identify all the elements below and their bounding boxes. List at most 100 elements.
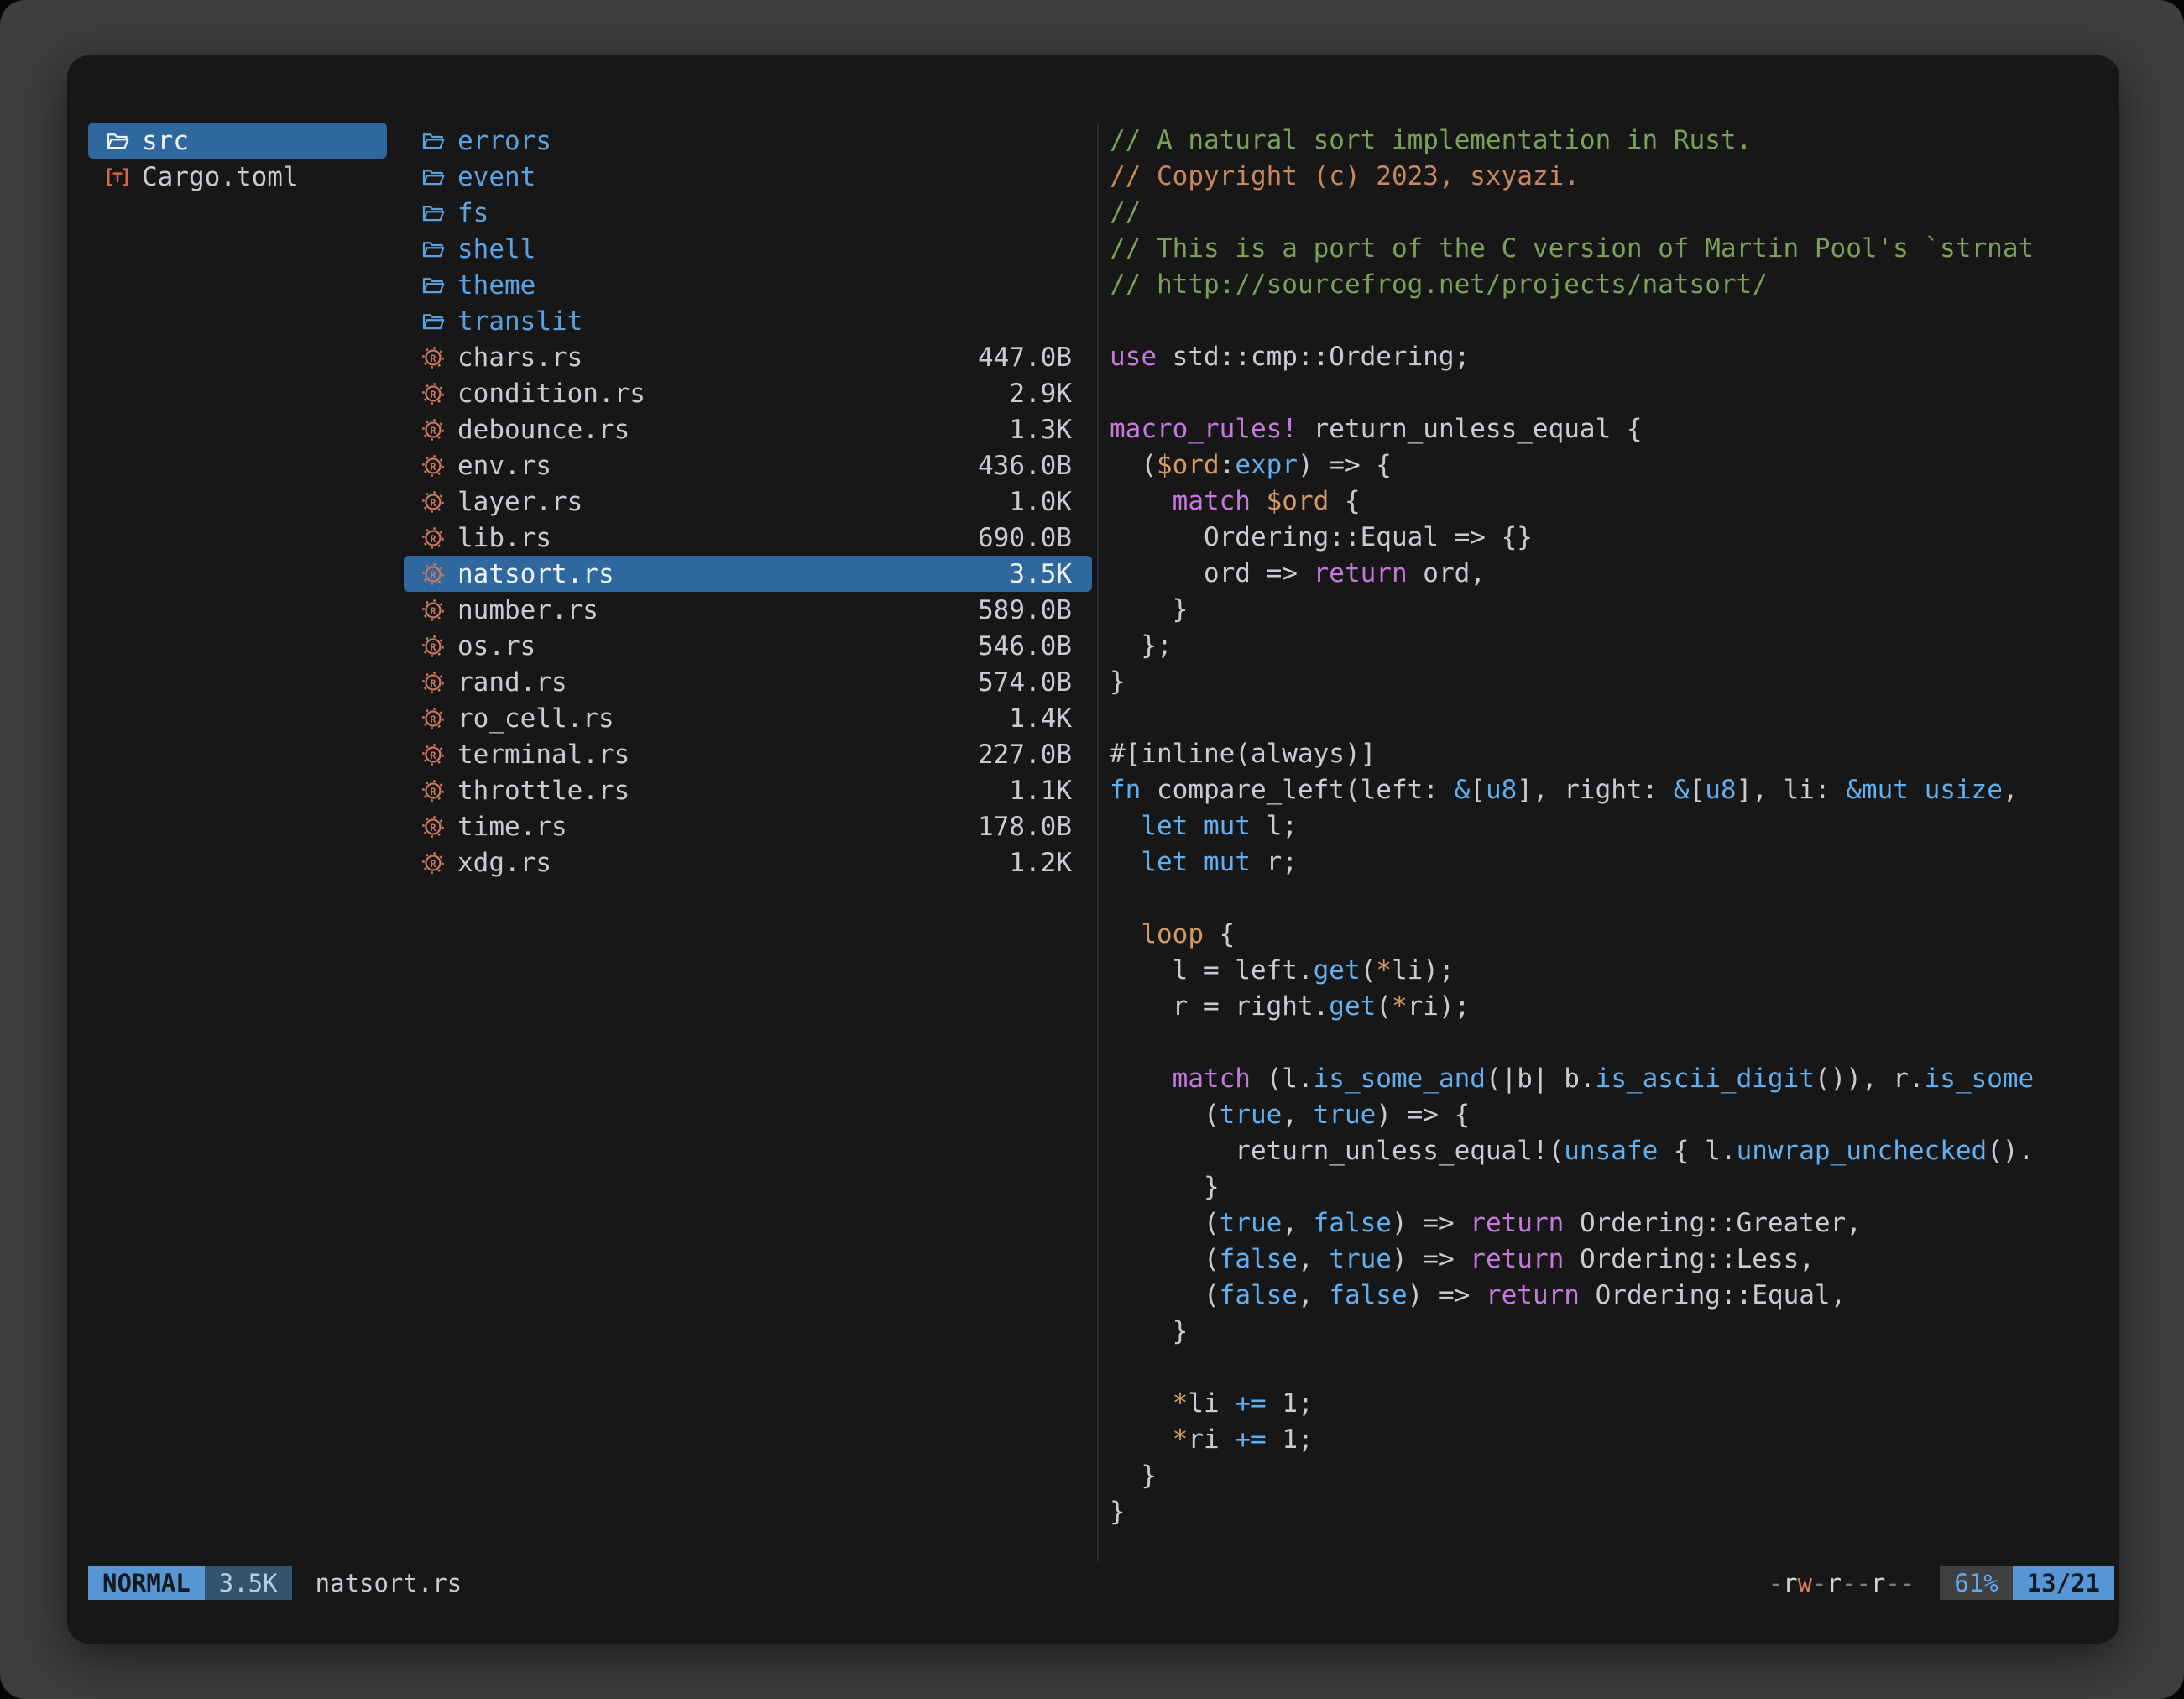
- svg-text:R: R: [430, 713, 436, 724]
- file-size: 690.0B: [978, 523, 1072, 553]
- file-name: xdg.rs: [457, 848, 551, 878]
- svg-text:R: R: [430, 640, 436, 652]
- file-name: chars.rs: [457, 342, 583, 373]
- file-name: lib.rs: [457, 523, 551, 553]
- folder-icon: [421, 237, 446, 262]
- code-line: //: [1110, 195, 2119, 231]
- file-row-env-rs[interactable]: Renv.rs 436.0B: [404, 447, 1092, 484]
- folder-icon: [421, 165, 446, 190]
- code-line: };: [1110, 628, 2119, 664]
- file-name: theme: [457, 270, 536, 301]
- folder-icon: [421, 309, 446, 334]
- file-name: number.rs: [457, 595, 598, 625]
- svg-text:R: R: [430, 532, 436, 544]
- svg-text:R: R: [430, 604, 436, 616]
- file-row-layer-rs[interactable]: Rlayer.rs1.0K: [404, 484, 1092, 520]
- file-row-number-rs[interactable]: Rnumber.rs 589.0B: [404, 592, 1092, 628]
- file-size: 1.2K: [1009, 848, 1072, 878]
- rust-icon: R: [421, 345, 446, 370]
- status-right-section: -rw-r--r-- 61% 13/21: [1769, 1566, 2114, 1600]
- parent-row-cargo-toml[interactable]: Cargo.toml: [88, 159, 387, 195]
- file-size: 1.0K: [1009, 487, 1072, 517]
- code-line: Ordering::Equal => {}: [1110, 520, 2119, 556]
- rust-icon: R: [421, 598, 446, 623]
- file-row-terminal-rs[interactable]: Rterminal.rs227.0B: [404, 736, 1092, 772]
- rust-icon: R: [421, 778, 446, 803]
- file-size: 574.0B: [978, 667, 1072, 698]
- svg-text:R: R: [430, 388, 436, 400]
- permission-chars: w: [1798, 1569, 1812, 1597]
- code-line: [1110, 881, 2119, 917]
- file-size: 1.1K: [1009, 776, 1072, 806]
- rust-icon: R: [421, 417, 446, 442]
- svg-text:R: R: [430, 568, 436, 580]
- file-row-shell[interactable]: shell: [404, 231, 1092, 267]
- code-line: // Copyright (c) 2023, sxyazi.: [1110, 159, 2119, 195]
- code-line: }: [1110, 1458, 2119, 1494]
- file-row-os-rs[interactable]: Ros.rs 546.0B: [404, 628, 1092, 664]
- file-name: throttle.rs: [457, 776, 630, 806]
- rust-icon: R: [421, 742, 446, 767]
- file-name: natsort.rs: [457, 559, 614, 589]
- file-row-throttle-rs[interactable]: Rthrottle.rs 1.1K: [404, 772, 1092, 808]
- rust-icon: R: [421, 562, 446, 587]
- file-name: layer.rs: [457, 487, 583, 517]
- file-name: condition.rs: [457, 379, 645, 409]
- permission-chars: -: [1812, 1569, 1826, 1597]
- file-name: event: [457, 162, 536, 192]
- code-line: *ri += 1;: [1110, 1422, 2119, 1458]
- code-line: l = left.get(*li);: [1110, 953, 2119, 989]
- file-row-lib-rs[interactable]: Rlib.rs 690.0B: [404, 520, 1092, 556]
- file-row-rand-rs[interactable]: Rrand.rs 574.0B: [404, 664, 1092, 700]
- code-line: macro_rules! return_unless_equal {: [1110, 411, 2119, 447]
- svg-text:R: R: [430, 460, 436, 472]
- desktop-background: srcCargo.toml errorsevent fsshellthemetra…: [0, 0, 2184, 1699]
- scroll-percentage-badge: 61%: [1940, 1566, 2012, 1600]
- file-row-translit[interactable]: translit: [404, 303, 1092, 339]
- rust-icon: R: [421, 381, 446, 406]
- code-line: (false, true) => return Ordering::Less,: [1110, 1242, 2119, 1278]
- miller-columns: srcCargo.toml errorsevent fsshellthemetra…: [67, 123, 2119, 1561]
- file-size: 1.4K: [1009, 703, 1072, 734]
- permission-chars: --: [1885, 1569, 1915, 1597]
- file-permissions: -rw-r--r--: [1769, 1569, 1915, 1597]
- file-row-time-rs[interactable]: Rtime.rs178.0B: [404, 808, 1092, 844]
- folder-icon: [105, 128, 130, 154]
- svg-text:R: R: [430, 677, 436, 688]
- code-line: [1110, 1025, 2119, 1061]
- file-row-ro-cell-rs[interactable]: Rro_cell.rs1.4K: [404, 700, 1092, 736]
- file-row-errors[interactable]: errors: [404, 123, 1092, 159]
- code-line: match $ord {: [1110, 484, 2119, 520]
- folder-icon: [421, 201, 446, 226]
- file-row-debounce-rs[interactable]: Rdebounce.rs1.3K: [404, 411, 1092, 447]
- file-size: 589.0B: [978, 595, 1072, 625]
- code-line: // This is a port of the C version of Ma…: [1110, 231, 2119, 267]
- svg-text:R: R: [430, 785, 436, 797]
- file-name: env.rs: [457, 451, 551, 481]
- code-line: [1110, 375, 2119, 411]
- file-row-xdg-rs[interactable]: Rxdg.rs 1.2K: [404, 844, 1092, 881]
- file-row-natsort-rs[interactable]: Rnatsort.rs3.5K: [404, 556, 1092, 592]
- file-row-event[interactable]: event: [404, 159, 1092, 195]
- file-row-condition-rs[interactable]: Rcondition.rs2.9K: [404, 375, 1092, 411]
- file-size: 546.0B: [978, 631, 1072, 661]
- file-size: 178.0B: [978, 812, 1072, 842]
- file-row-theme[interactable]: theme: [404, 267, 1092, 303]
- svg-text:R: R: [430, 424, 436, 436]
- file-name: fs: [457, 198, 489, 228]
- file-name: os.rs: [457, 631, 536, 661]
- permission-chars: r: [1871, 1569, 1885, 1597]
- file-name: debounce.rs: [457, 415, 630, 445]
- file-name: src: [142, 126, 189, 156]
- svg-text:R: R: [430, 857, 436, 869]
- parent-row-src[interactable]: src: [88, 123, 387, 159]
- yazi-file-manager-window: srcCargo.toml errorsevent fsshellthemetra…: [67, 55, 2119, 1644]
- file-name: rand.rs: [457, 667, 567, 698]
- file-row-chars-rs[interactable]: Rchars.rs447.0B: [404, 339, 1092, 375]
- file-size: 436.0B: [978, 451, 1072, 481]
- code-line: match (l.is_some_and(|b| b.is_ascii_digi…: [1110, 1061, 2119, 1097]
- file-row-fs[interactable]: fs: [404, 195, 1092, 231]
- code-line: }: [1110, 1494, 2119, 1530]
- code-line: use std::cmp::Ordering;: [1110, 339, 2119, 375]
- permission-chars: r: [1827, 1569, 1842, 1597]
